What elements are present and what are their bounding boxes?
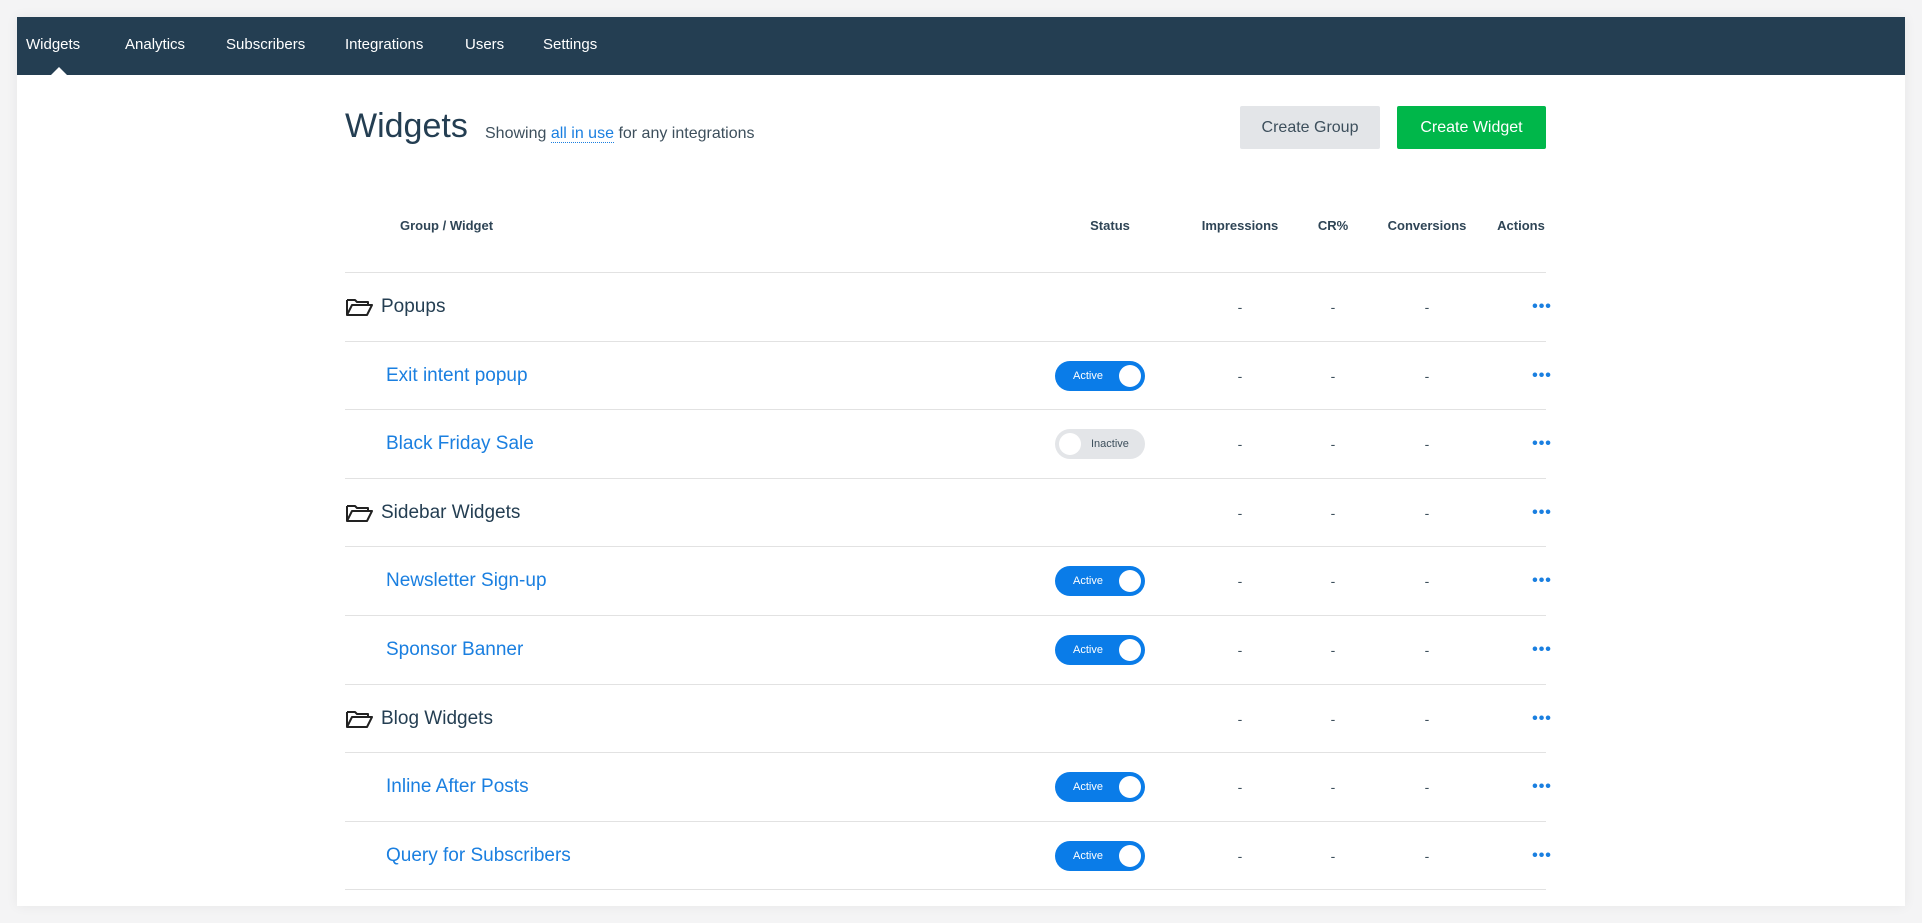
status-toggle[interactable]: Active	[1055, 566, 1145, 597]
widget-name-link[interactable]: Sponsor Banner	[386, 639, 523, 661]
status-toggle[interactable]: Active	[1055, 635, 1145, 665]
group-name[interactable]: Popups	[381, 296, 445, 318]
cr-value: -	[1330, 299, 1336, 315]
widget-name-link[interactable]: Query for Subscribers	[386, 845, 571, 867]
widget-name-link[interactable]: Exit intent popup	[386, 365, 528, 387]
status-label: Active	[1073, 644, 1103, 656]
impressions-value: -	[1237, 573, 1243, 590]
group-row: Sidebar Widgets - - - •••	[345, 479, 1551, 547]
toggle-knob	[1059, 433, 1081, 456]
folder-open-icon	[346, 710, 373, 728]
widget-row: Inline After Posts Active - - - •••	[345, 753, 1551, 821]
impressions-value: -	[1237, 847, 1243, 864]
conversions-value: -	[1424, 642, 1430, 658]
toggle-knob	[1119, 844, 1141, 867]
group-name[interactable]: Blog Widgets	[381, 708, 493, 730]
toggle-knob	[1119, 570, 1141, 593]
widget-row: Black Friday Sale Inactive - - - •••	[345, 410, 1551, 478]
impressions-value: -	[1237, 436, 1243, 453]
status-toggle[interactable]: Active	[1055, 360, 1145, 391]
toggle-knob	[1119, 639, 1141, 661]
nav-item-widgets[interactable]: Widgets	[26, 17, 80, 75]
folder-open-icon	[346, 299, 373, 316]
folder-open-icon	[346, 504, 373, 522]
widget-row: Query for Subscribers Active - - - •••	[345, 822, 1551, 890]
widget-name-link[interactable]: Inline After Posts	[386, 776, 529, 798]
conversions-value: -	[1424, 367, 1430, 384]
nav-item-users[interactable]: Users	[465, 17, 504, 75]
widget-name-link[interactable]: Black Friday Sale	[386, 433, 534, 455]
status-label: Active	[1073, 575, 1103, 588]
filter-link[interactable]: all in use	[550, 125, 614, 143]
group-name[interactable]: Sidebar Widgets	[381, 502, 520, 524]
status-label: Active	[1073, 369, 1103, 382]
cr-value: -	[1330, 573, 1336, 590]
conversions-value: -	[1424, 573, 1430, 590]
more-actions-icon[interactable]: •••	[1532, 572, 1552, 590]
more-actions-icon[interactable]: •••	[1532, 847, 1552, 865]
cr-value: -	[1330, 367, 1336, 384]
impressions-value: -	[1237, 299, 1243, 315]
subtitle-prefix: Showing	[485, 125, 547, 142]
more-actions-icon[interactable]: •••	[1532, 641, 1552, 659]
create-group-button[interactable]: Create Group	[1240, 106, 1380, 149]
status-label: Inactive	[1091, 438, 1129, 451]
cr-value: -	[1330, 642, 1336, 658]
widget-row: Newsletter Sign-up Active - - - •••	[345, 547, 1551, 615]
impressions-value: -	[1237, 710, 1243, 727]
status-toggle[interactable]: Active	[1055, 840, 1145, 871]
nav-item-analytics[interactable]: Analytics	[125, 17, 185, 75]
toggle-knob	[1119, 776, 1141, 799]
nav-label: Widgets	[26, 36, 81, 53]
nav-item-subscribers[interactable]: Subscribers	[226, 17, 305, 75]
status-label: Active	[1073, 781, 1103, 794]
more-actions-icon[interactable]: •••	[1532, 298, 1552, 316]
more-actions-icon[interactable]: •••	[1532, 367, 1552, 385]
column-header-status[interactable]: Status	[1090, 218, 1130, 233]
column-header-conversions[interactable]: Conversions	[1388, 218, 1467, 233]
toggle-knob	[1119, 364, 1141, 387]
group-row: Blog Widgets - - - •••	[345, 685, 1551, 753]
impressions-value: -	[1237, 642, 1243, 658]
column-header-actions: Actions	[1497, 218, 1545, 233]
column-header-cr[interactable]: CR%	[1318, 218, 1348, 233]
impressions-value: -	[1237, 779, 1243, 796]
cr-value: -	[1330, 710, 1336, 727]
more-actions-icon[interactable]: •••	[1532, 710, 1552, 728]
column-header-group-widget[interactable]: Group / Widget	[400, 218, 493, 233]
create-widget-button[interactable]: Create Widget	[1397, 106, 1546, 149]
widget-row: Sponsor Banner Active - - - •••	[345, 616, 1551, 684]
page-title: Widgets	[345, 107, 468, 145]
row-divider	[345, 889, 1546, 891]
conversions-value: -	[1424, 847, 1430, 864]
cr-value: -	[1330, 779, 1336, 796]
status-label: Active	[1073, 849, 1103, 862]
conversions-value: -	[1424, 504, 1430, 521]
cr-value: -	[1330, 504, 1336, 521]
widget-name-link[interactable]: Newsletter Sign-up	[386, 570, 547, 592]
nav-item-integrations[interactable]: Integrations	[345, 17, 423, 75]
status-toggle[interactable]: Inactive	[1055, 429, 1145, 460]
more-actions-icon[interactable]: •••	[1532, 504, 1552, 522]
nav-item-settings[interactable]: Settings	[543, 17, 597, 75]
status-toggle[interactable]: Active	[1055, 772, 1145, 803]
impressions-value: -	[1237, 367, 1243, 384]
filter-summary: Showing all in use for any integrations	[485, 125, 755, 143]
cr-value: -	[1330, 436, 1336, 453]
widget-row: Exit intent popup Active - - - •••	[345, 342, 1551, 410]
cr-value: -	[1330, 847, 1336, 864]
conversions-value: -	[1424, 436, 1430, 453]
active-caret-icon	[51, 67, 67, 75]
conversions-value: -	[1424, 779, 1430, 796]
impressions-value: -	[1237, 504, 1243, 521]
column-header-impressions[interactable]: Impressions	[1202, 218, 1279, 233]
more-actions-icon[interactable]: •••	[1532, 778, 1552, 796]
group-row: Popups - - - •••	[345, 273, 1551, 341]
conversions-value: -	[1424, 710, 1430, 727]
conversions-value: -	[1424, 299, 1430, 315]
more-actions-icon[interactable]: •••	[1532, 435, 1552, 453]
top-nav: Widgets Analytics Subscribers Integratio…	[17, 17, 1905, 75]
subtitle-suffix: for any integrations	[618, 125, 755, 142]
